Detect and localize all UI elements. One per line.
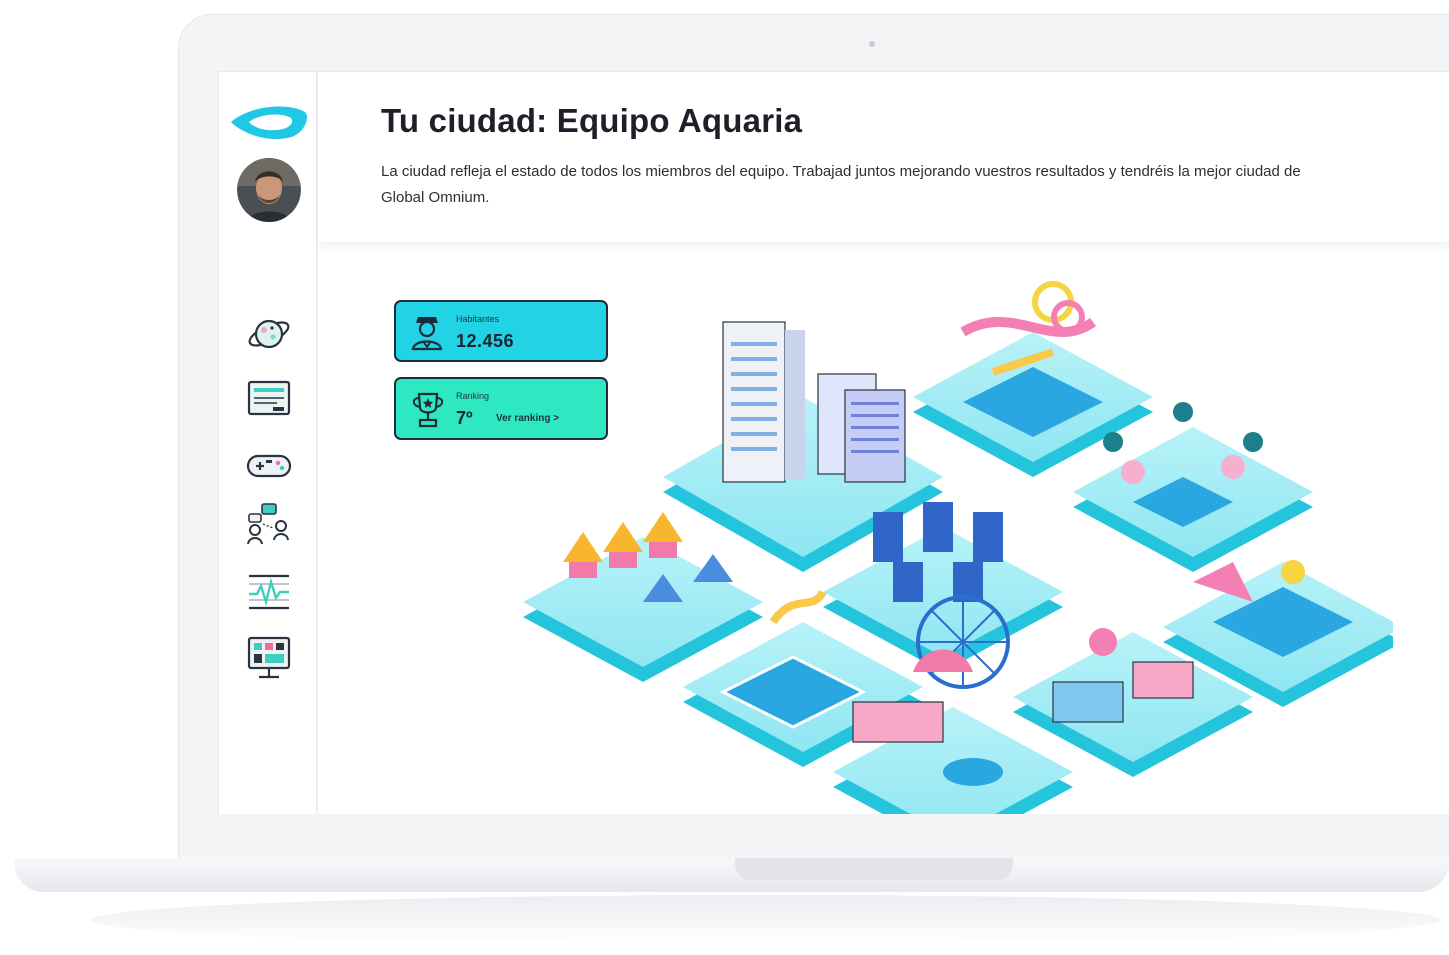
laptop-shadow: [90, 895, 1440, 945]
dashboard-screen-icon[interactable]: [245, 634, 293, 682]
user-avatar[interactable]: [237, 158, 301, 222]
laptop-opening-notch: [735, 858, 1013, 880]
laptop-base: [14, 858, 1449, 892]
brand-logo[interactable]: [229, 100, 309, 149]
page-header: Tu ciudad: Equipo Aquaria La ciudad refl…: [318, 72, 1449, 242]
gamepad-icon[interactable]: [245, 442, 293, 490]
webcam: [869, 41, 875, 47]
laptop-mockup: Tu ciudad: Equipo Aquaria La ciudad refl…: [0, 0, 1449, 955]
citizen-icon: [410, 313, 444, 356]
ranking-value: 7º: [456, 408, 473, 428]
app-screen: Tu ciudad: Equipo Aquaria La ciudad refl…: [218, 71, 1449, 814]
island-bungalows: [523, 512, 763, 682]
page-description: La ciudad refleja el estado de todos los…: [381, 163, 1301, 206]
page-title: Tu ciudad: Equipo Aquaria: [381, 102, 803, 139]
monitor-chart-icon[interactable]: [245, 376, 293, 424]
trophy-icon: [410, 390, 446, 435]
team-chat-icon[interactable]: [245, 502, 293, 550]
city-view: Habitantes 12.456 Ranking 7º Ver ranking…: [318, 242, 1449, 814]
analytics-icon[interactable]: [245, 568, 293, 616]
ranking-label: Ranking: [456, 391, 490, 401]
sidebar: [219, 72, 318, 814]
planet-icon[interactable]: [245, 310, 293, 358]
isometric-city-illustration: [493, 262, 1403, 814]
